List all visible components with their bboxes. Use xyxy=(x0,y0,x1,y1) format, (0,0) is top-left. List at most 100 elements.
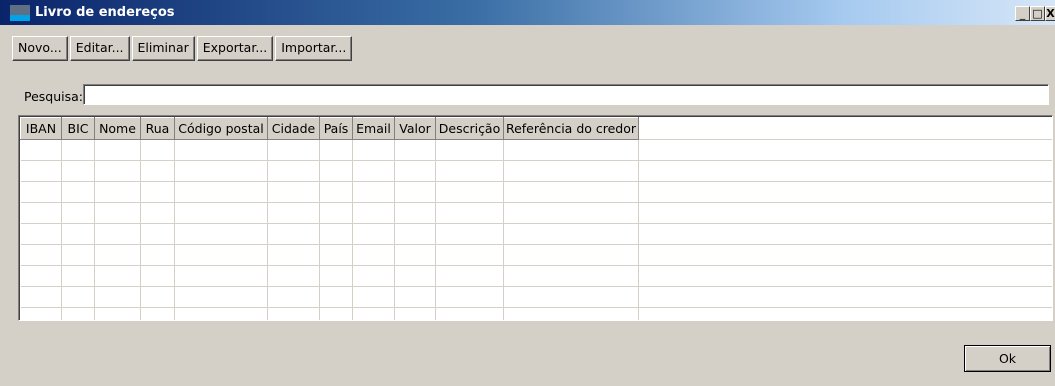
table-row[interactable] xyxy=(20,223,1052,245)
column-header-description[interactable]: Descrição xyxy=(435,117,504,140)
table-cell[interactable] xyxy=(61,202,95,224)
column-header-value[interactable]: Valor xyxy=(394,117,436,140)
table-cell[interactable] xyxy=(267,307,320,320)
table-cell[interactable] xyxy=(61,160,95,182)
table-cell[interactable] xyxy=(20,139,62,161)
table-cell[interactable] xyxy=(352,307,395,320)
table-cell[interactable] xyxy=(638,244,1052,266)
table-cell[interactable] xyxy=(174,265,268,287)
table-cell[interactable] xyxy=(20,202,62,224)
column-header-bic[interactable]: BIC xyxy=(61,117,95,140)
new-button[interactable]: Novo... xyxy=(12,36,68,61)
table-cell[interactable] xyxy=(140,286,175,308)
table-cell[interactable] xyxy=(140,160,175,182)
table-cell[interactable] xyxy=(140,202,175,224)
table-cell[interactable] xyxy=(94,181,141,203)
table-cell[interactable] xyxy=(503,244,639,266)
table-cell[interactable] xyxy=(174,286,268,308)
table-cell[interactable] xyxy=(435,265,504,287)
table-cell[interactable] xyxy=(140,181,175,203)
table-cell[interactable] xyxy=(94,202,141,224)
table-row[interactable] xyxy=(20,160,1052,182)
table-cell[interactable] xyxy=(61,286,95,308)
table-cell[interactable] xyxy=(638,286,1052,308)
table-cell[interactable] xyxy=(352,286,395,308)
table-cell[interactable] xyxy=(352,202,395,224)
column-header-name[interactable]: Nome xyxy=(94,117,141,140)
table-cell[interactable] xyxy=(394,181,436,203)
table-cell[interactable] xyxy=(638,139,1052,161)
table-cell[interactable] xyxy=(267,265,320,287)
table-cell[interactable] xyxy=(20,181,62,203)
table-cell[interactable] xyxy=(394,307,436,320)
table-cell[interactable] xyxy=(174,244,268,266)
table-cell[interactable] xyxy=(394,244,436,266)
table-cell[interactable] xyxy=(435,244,504,266)
table-cell[interactable] xyxy=(140,244,175,266)
table-cell[interactable] xyxy=(319,223,353,245)
table-cell[interactable] xyxy=(20,244,62,266)
table-cell[interactable] xyxy=(174,181,268,203)
table-cell[interactable] xyxy=(435,202,504,224)
table-row[interactable] xyxy=(20,181,1052,203)
table-cell[interactable] xyxy=(435,139,504,161)
maximize-button[interactable]: □ xyxy=(1030,6,1045,21)
table-cell[interactable] xyxy=(352,244,395,266)
table-cell[interactable] xyxy=(94,286,141,308)
ok-button[interactable]: Ok xyxy=(964,345,1051,372)
table-cell[interactable] xyxy=(503,265,639,287)
close-button[interactable]: X xyxy=(1045,6,1055,21)
table-cell[interactable] xyxy=(352,139,395,161)
table-cell[interactable] xyxy=(174,202,268,224)
table-cell[interactable] xyxy=(503,307,639,320)
table-cell[interactable] xyxy=(174,223,268,245)
table-cell[interactable] xyxy=(140,223,175,245)
edit-button[interactable]: Editar... xyxy=(69,36,130,61)
table-cell[interactable] xyxy=(20,286,62,308)
table-cell[interactable] xyxy=(435,223,504,245)
table-cell[interactable] xyxy=(267,244,320,266)
table-cell[interactable] xyxy=(267,139,320,161)
table-cell[interactable] xyxy=(94,244,141,266)
table-cell[interactable] xyxy=(61,181,95,203)
table-cell[interactable] xyxy=(319,181,353,203)
table-cell[interactable] xyxy=(503,286,639,308)
table-cell[interactable] xyxy=(394,265,436,287)
table-cell[interactable] xyxy=(638,181,1052,203)
table-cell[interactable] xyxy=(61,307,95,320)
table-cell[interactable] xyxy=(140,307,175,320)
table-cell[interactable] xyxy=(394,202,436,224)
table-cell[interactable] xyxy=(319,244,353,266)
table-cell[interactable] xyxy=(319,160,353,182)
column-header-postal-code[interactable]: Código postal xyxy=(174,117,268,140)
table-cell[interactable] xyxy=(352,181,395,203)
table-row[interactable] xyxy=(20,307,1052,320)
table-cell[interactable] xyxy=(394,139,436,161)
table-cell[interactable] xyxy=(20,265,62,287)
table-cell[interactable] xyxy=(267,202,320,224)
table-cell[interactable] xyxy=(435,181,504,203)
table-cell[interactable] xyxy=(638,202,1052,224)
table-cell[interactable] xyxy=(267,181,320,203)
table-cell[interactable] xyxy=(319,202,353,224)
table-cell[interactable] xyxy=(503,223,639,245)
table-row[interactable] xyxy=(20,265,1052,287)
table-row[interactable] xyxy=(20,286,1052,308)
table-cell[interactable] xyxy=(435,160,504,182)
table-cell[interactable] xyxy=(352,265,395,287)
table-cell[interactable] xyxy=(503,139,639,161)
table-row[interactable] xyxy=(20,139,1052,161)
export-button[interactable]: Exportar... xyxy=(196,36,274,61)
table-cell[interactable] xyxy=(319,286,353,308)
table-cell[interactable] xyxy=(61,244,95,266)
column-header-iban[interactable]: IBAN xyxy=(20,117,62,140)
table-cell[interactable] xyxy=(394,160,436,182)
table-cell[interactable] xyxy=(319,307,353,320)
table-cell[interactable] xyxy=(267,223,320,245)
table-cell[interactable] xyxy=(174,307,268,320)
table-row[interactable] xyxy=(20,244,1052,266)
column-header-email[interactable]: Email xyxy=(352,117,395,140)
table-row[interactable] xyxy=(20,202,1052,224)
address-table[interactable]: IBAN BIC Nome Rua Código postal Cidade P… xyxy=(18,115,1053,321)
table-cell[interactable] xyxy=(638,265,1052,287)
